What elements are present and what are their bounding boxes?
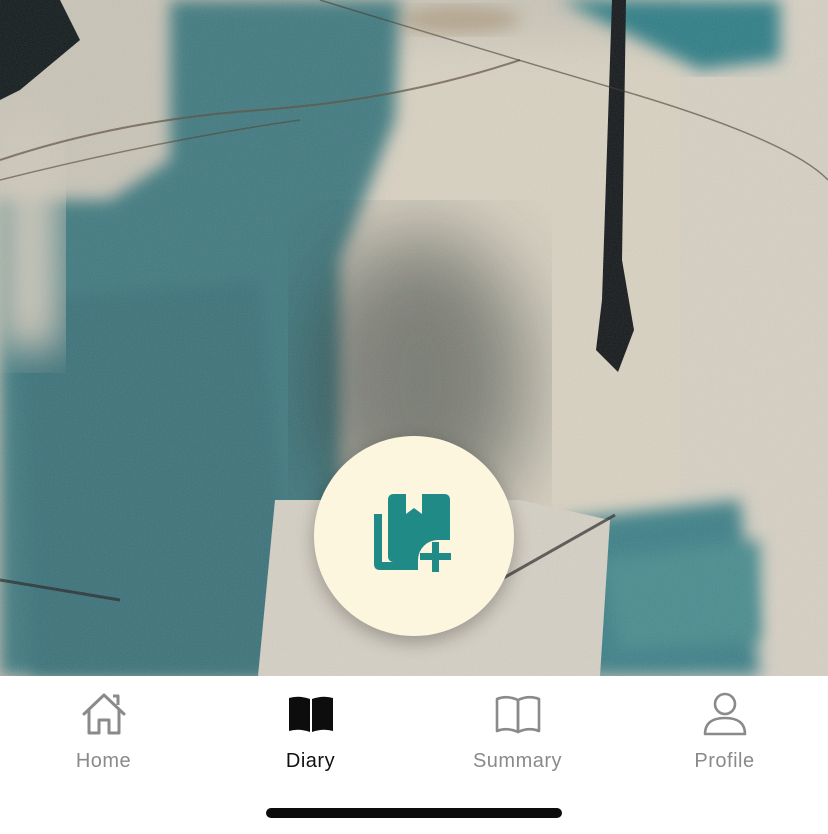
tab-label-home: Home bbox=[75, 750, 132, 772]
tab-label-diary: Diary bbox=[285, 750, 336, 772]
add-book-icon bbox=[366, 486, 462, 586]
home-icon bbox=[80, 690, 128, 738]
add-diary-entry-button[interactable] bbox=[314, 436, 514, 636]
tab-profile[interactable]: Profile bbox=[621, 676, 828, 786]
tab-label-summary: Summary bbox=[472, 750, 563, 772]
person-icon bbox=[701, 690, 749, 738]
open-book-icon bbox=[287, 690, 335, 738]
tab-diary[interactable]: Diary bbox=[207, 676, 414, 786]
tab-home[interactable]: Home bbox=[0, 676, 207, 786]
book-outline-icon bbox=[494, 690, 542, 738]
home-indicator[interactable] bbox=[266, 808, 562, 818]
tab-label-profile: Profile bbox=[694, 750, 755, 772]
app-screen: Home Diary Summary Profile bbox=[0, 0, 828, 834]
tab-summary[interactable]: Summary bbox=[414, 676, 621, 786]
